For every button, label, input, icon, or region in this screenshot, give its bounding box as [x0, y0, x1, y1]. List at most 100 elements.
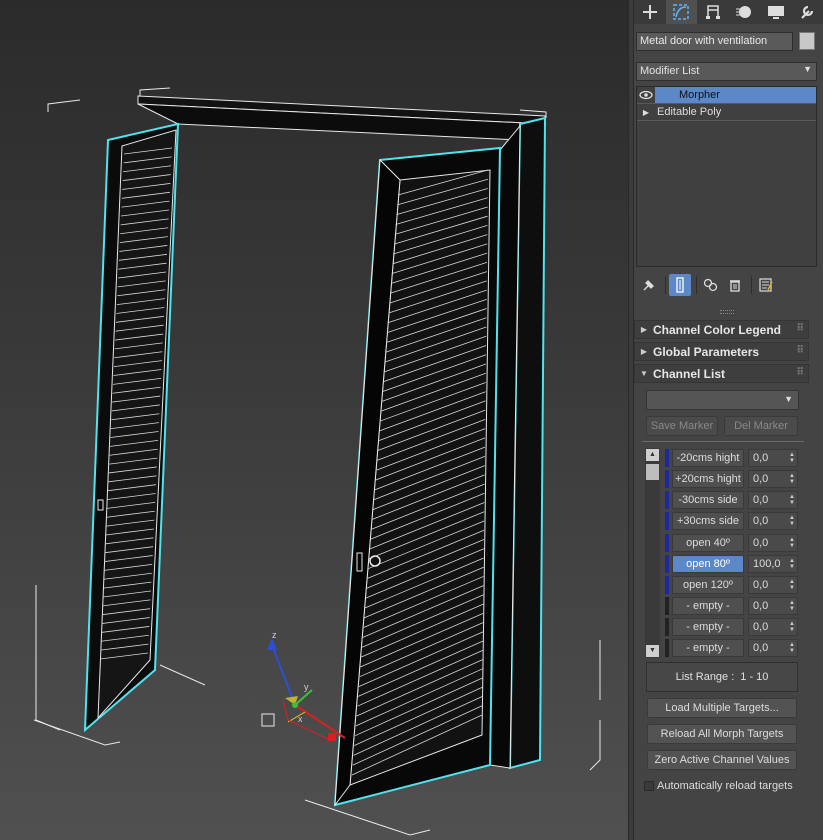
door-frame-top	[137, 95, 547, 141]
gizmo-y-label: y	[304, 682, 309, 692]
stack-item-morpher[interactable]: Morpher	[637, 87, 816, 104]
channel-value-spinner[interactable]: 0,0 ▲ ▼	[748, 491, 798, 509]
motion-tab[interactable]	[729, 0, 761, 24]
command-panel-tabs	[634, 0, 823, 24]
spinner-arrows-icon[interactable]: ▲ ▼	[789, 600, 795, 612]
channel-status-bar	[665, 449, 669, 467]
modifier-stack[interactable]: Morpher ▶ Editable Poly	[636, 86, 817, 267]
channel-value-spinner[interactable]: 0,0 ▲ ▼	[748, 449, 798, 467]
modify-tab[interactable]	[665, 0, 697, 24]
channel-name-button[interactable]: open 40º	[672, 534, 744, 552]
display-tab[interactable]	[760, 0, 792, 24]
load-multiple-targets-button[interactable]: Load Multiple Targets...	[647, 698, 797, 718]
channel-value: 0,0	[753, 515, 769, 527]
channel-value: 0,0	[753, 600, 769, 612]
spinner-arrows-icon[interactable]: ▲ ▼	[789, 579, 795, 591]
create-tab[interactable]	[634, 0, 666, 24]
channel-value: 0,0	[753, 579, 769, 591]
remove-modifier-button[interactable]	[724, 274, 746, 296]
channel-name-button[interactable]: open 80º	[672, 555, 744, 573]
channel-value-spinner[interactable]: 0,0 ▲ ▼	[748, 512, 798, 530]
channel-scrollbar[interactable]: ▲ ▼	[645, 448, 660, 658]
delete-marker-button[interactable]: Del Marker	[724, 416, 798, 436]
eye-icon[interactable]	[637, 87, 655, 103]
show-end-result-button[interactable]	[669, 274, 691, 296]
object-color-swatch[interactable]	[799, 32, 815, 50]
channel-value-spinner[interactable]: 0,0 ▲ ▼	[748, 618, 798, 636]
channel-name-button[interactable]: open 120º	[672, 576, 744, 594]
channel-name-button[interactable]: +20cms hight	[672, 470, 744, 488]
viewport-perspective[interactable]: z y x	[0, 0, 628, 840]
scroll-up-icon[interactable]: ▲	[646, 449, 659, 461]
channel-value-spinner[interactable]: 0,0 ▲ ▼	[748, 639, 798, 657]
checkbox-box[interactable]	[644, 781, 654, 791]
stack-item-label: Editable Poly	[657, 106, 722, 118]
rollout-channel-color-legend[interactable]: ▶ Channel Color Legend ⠿	[634, 320, 809, 339]
channel-value: 0,0	[753, 473, 769, 485]
spinner-arrows-icon[interactable]: ▲ ▼	[789, 452, 795, 464]
list-range-display: List Range : 1 - 10	[646, 662, 798, 692]
list-range-value: 1 - 10	[740, 671, 769, 683]
expand-triangle-icon[interactable]: ▶	[637, 108, 655, 117]
rollout-global-parameters[interactable]: ▶ Global Parameters ⠿	[634, 342, 809, 361]
rollout-title: Global Parameters	[653, 344, 760, 359]
zero-active-channel-values-button[interactable]: Zero Active Channel Values	[647, 750, 797, 770]
channel-status-bar	[665, 470, 669, 488]
rollout-title: Channel Color Legend	[653, 322, 782, 337]
hierarchy-icon	[705, 5, 720, 19]
spinner-arrows-icon[interactable]: ▲ ▼	[789, 473, 795, 485]
chevron-down-icon: ▼	[784, 394, 793, 404]
modifier-list-dropdown[interactable]: Modifier List ▼	[636, 62, 817, 81]
channel-value-spinner[interactable]: 0,0 ▲ ▼	[748, 534, 798, 552]
channel-status-bar	[665, 555, 669, 573]
make-unique-button[interactable]	[700, 274, 722, 296]
modifier-list-label: Modifier List	[640, 65, 700, 77]
modify-curve-icon	[673, 4, 689, 20]
scroll-down-icon[interactable]: ▼	[646, 645, 659, 657]
channel-name-button[interactable]: - empty -	[672, 639, 744, 657]
reload-all-morph-targets-button[interactable]: Reload All Morph Targets	[647, 724, 797, 744]
collapsed-triangle-icon: ▶	[640, 347, 648, 356]
stack-item-editable-poly[interactable]: ▶ Editable Poly	[637, 104, 816, 121]
grip-dots-icon: ⠿	[796, 367, 804, 378]
channel-row: - empty - 0,0 ▲ ▼	[665, 618, 802, 636]
channel-value-spinner[interactable]: 0,0 ▲ ▼	[748, 470, 798, 488]
object-name-field[interactable]: Metal door with ventilation	[636, 32, 793, 51]
spinner-arrows-icon[interactable]: ▲ ▼	[789, 515, 795, 527]
plus-icon	[642, 5, 657, 19]
spinner-arrows-icon[interactable]: ▲ ▼	[789, 621, 795, 633]
auto-reload-label: Automatically reload targets	[657, 780, 793, 792]
auto-reload-checkbox[interactable]: Automatically reload targets	[644, 780, 793, 792]
door-leaf-right	[333, 146, 502, 807]
transform-gizmo: z y x	[261, 630, 346, 741]
channel-status-bar	[665, 597, 669, 615]
panel-resize-grip[interactable]	[720, 310, 734, 314]
stack-toolbar	[634, 272, 823, 298]
make-unique-icon	[703, 278, 718, 292]
motion-sphere-icon	[736, 6, 752, 18]
scroll-thumb[interactable]	[646, 464, 659, 480]
command-panel: Metal door with ventilation Modifier Lis…	[634, 0, 823, 840]
channel-row: open 40º 0,0 ▲ ▼	[665, 534, 802, 552]
channel-value-spinner[interactable]: 100,0 ▲ ▼	[748, 555, 798, 573]
hierarchy-tab[interactable]	[697, 0, 729, 24]
channel-name-button[interactable]: +30cms side	[672, 512, 744, 530]
list-range-label: List Range :	[675, 671, 735, 683]
channel-name-button[interactable]: -30cms side	[672, 491, 744, 509]
utilities-tab[interactable]	[792, 0, 823, 24]
grip-dots-icon: ⠿	[796, 323, 804, 334]
save-marker-button[interactable]: Save Marker	[646, 416, 718, 436]
configure-modifier-sets-button[interactable]	[755, 274, 777, 296]
rollout-channel-list[interactable]: ▼ Channel List ⠿	[634, 364, 809, 383]
pin-stack-button[interactable]	[638, 274, 660, 296]
channel-name-button[interactable]: - empty -	[672, 618, 744, 636]
channel-name-button[interactable]: -20cms hight	[672, 449, 744, 467]
spinner-arrows-icon[interactable]: ▲ ▼	[789, 558, 795, 570]
spinner-arrows-icon[interactable]: ▲ ▼	[789, 642, 795, 654]
channel-value-spinner[interactable]: 0,0 ▲ ▼	[748, 576, 798, 594]
marker-dropdown[interactable]: ▼	[646, 390, 799, 410]
channel-name-button[interactable]: - empty -	[672, 597, 744, 615]
channel-value-spinner[interactable]: 0,0 ▲ ▼	[748, 597, 798, 615]
spinner-arrows-icon[interactable]: ▲ ▼	[789, 494, 795, 506]
spinner-arrows-icon[interactable]: ▲ ▼	[789, 537, 795, 549]
